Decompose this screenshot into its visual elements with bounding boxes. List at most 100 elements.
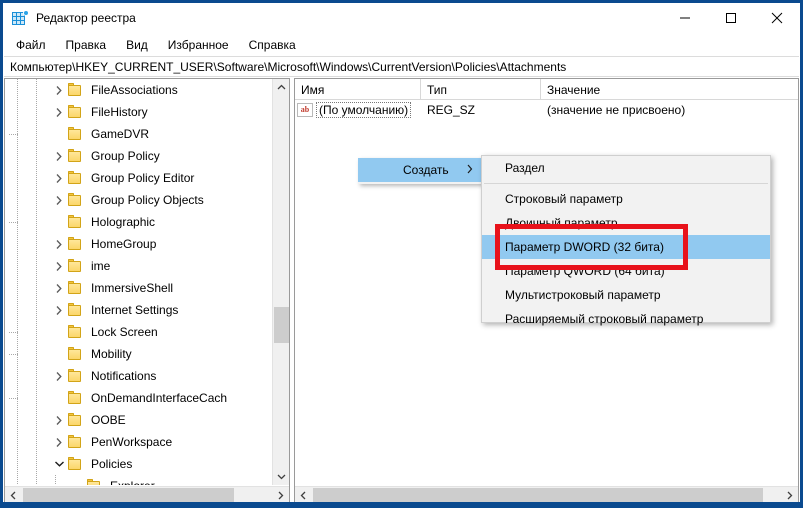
tree-guide-line [9, 134, 18, 135]
folder-icon [67, 369, 83, 383]
column-header-value[interactable]: Значение [541, 79, 798, 100]
menu-bar: Файл Правка Вид Избранное Справка [3, 34, 800, 55]
tree-item-internet-settings[interactable]: Internet Settings [5, 299, 273, 321]
tree-item-group-policy-editor[interactable]: Group Policy Editor [5, 167, 273, 189]
tree-guide-line [36, 101, 37, 123]
tree-item-gamedvr[interactable]: GameDVR [5, 123, 273, 145]
tree-hscroll-thumb[interactable] [23, 488, 234, 503]
tree-item-penworkspace[interactable]: PenWorkspace [5, 431, 273, 453]
submenu-item-6[interactable]: Расширяемый строковый параметр [482, 307, 770, 331]
folder-icon [67, 127, 83, 141]
submenu-item-4[interactable]: Параметр QWORD (64 бита) [482, 259, 770, 283]
tree-item-group-policy[interactable]: Group Policy [5, 145, 273, 167]
folder-icon [86, 479, 102, 485]
tree-item-label: Group Policy Objects [91, 193, 204, 207]
tree-scroll-thumb[interactable] [274, 307, 289, 343]
context-menu-item-new[interactable]: Создать [358, 158, 483, 182]
values-column-header: Имя Тип Значение [295, 79, 798, 100]
window-title: Редактор реестра [36, 11, 136, 25]
chevron-right-icon[interactable] [51, 167, 67, 189]
chevron-right-icon[interactable] [51, 409, 67, 431]
submenu-item-1[interactable]: Строковый параметр [482, 187, 770, 211]
tree-item-ime[interactable]: ime [5, 255, 273, 277]
context-menu-new-submenu: Раздел Строковый параметр Двоичный парамет… [481, 155, 771, 326]
submenu-item-0[interactable]: Раздел [482, 156, 770, 180]
value-data-cell: (значение не присвоено) [547, 103, 686, 117]
window-client-area: Редактор реестра Файл Правка Вид Избранн… [3, 3, 800, 505]
tree-guide-line [36, 387, 37, 409]
folder-icon [67, 215, 83, 229]
tree-item-label: PenWorkspace [91, 435, 173, 449]
column-header-name[interactable]: Имя [295, 79, 421, 100]
tree-item-homegroup[interactable]: HomeGroup [5, 233, 273, 255]
tree-guide-line [17, 167, 18, 189]
window-bottom-accent [3, 502, 800, 505]
table-row[interactable]: ab (По умолчанию) REG_SZ (значение не пр… [295, 100, 798, 120]
submenu-item-3[interactable]: Параметр DWORD (32 бита) [482, 235, 770, 259]
minimize-button[interactable] [662, 3, 708, 33]
window-controls [662, 3, 800, 33]
tree-item-fileassociations[interactable]: FileAssociations [5, 79, 273, 101]
tree-scroll-down-button[interactable] [273, 468, 289, 485]
folder-icon [67, 105, 83, 119]
chevron-right-icon[interactable] [51, 79, 67, 101]
tree-leaf-marker [9, 321, 67, 343]
tree-item-mobility[interactable]: Mobility [5, 343, 273, 365]
chevron-right-icon[interactable] [51, 189, 67, 211]
list-hscroll-thumb[interactable] [313, 488, 763, 503]
tree-item-filehistory[interactable]: FileHistory [5, 101, 273, 123]
registry-editor-window: Редактор реестра Файл Правка Вид Избранн… [0, 0, 803, 508]
chevron-right-icon[interactable] [51, 365, 67, 387]
address-bar[interactable]: Компьютер\HKEY_CURRENT_USER\Software\Mic… [4, 56, 799, 77]
menu-view[interactable]: Вид [116, 36, 158, 54]
tree-guide-line [36, 189, 37, 211]
chevron-right-icon[interactable] [51, 145, 67, 167]
value-name-cell: ab (По умолчанию) [295, 100, 421, 120]
menu-favorites[interactable]: Избранное [158, 36, 239, 54]
tree-item-label: ImmersiveShell [91, 281, 174, 295]
tree-item-lock-screen[interactable]: Lock Screen [5, 321, 273, 343]
chevron-down-icon[interactable] [51, 453, 67, 475]
tree-item-label: FileAssociations [91, 83, 178, 97]
tree-item-ondemandinterfacecach[interactable]: OnDemandInterfaceCach [5, 387, 273, 409]
chevron-right-icon[interactable] [51, 431, 67, 453]
tree-guide-line [17, 233, 18, 255]
tree-item-policies[interactable]: Policies [5, 453, 273, 475]
tree-scroll-up-button[interactable] [273, 79, 289, 96]
chevron-right-icon[interactable] [51, 101, 67, 123]
tree-item-notifications[interactable]: Notifications [5, 365, 273, 387]
column-header-type[interactable]: Тип [421, 79, 541, 100]
tree-item-label: ime [91, 259, 111, 273]
submenu-item-5[interactable]: Мультистроковый параметр [482, 283, 770, 307]
tree-item-explorer[interactable]: Explorer [5, 475, 273, 485]
tree-item-label: Group Policy Editor [91, 171, 195, 185]
tree-leaf-marker [9, 123, 67, 145]
tree-item-group-policy-objects[interactable]: Group Policy Objects [5, 189, 273, 211]
tree-guide-line [17, 475, 18, 485]
chevron-right-icon[interactable] [51, 255, 67, 277]
chevron-right-icon[interactable] [51, 299, 67, 321]
registry-editor-icon [12, 10, 29, 26]
registry-tree[interactable]: FileAssociations FileHistory GameDVR Group … [5, 79, 273, 485]
tree-item-label: Policies [91, 457, 133, 471]
string-value-icon: ab [297, 103, 313, 117]
tree-item-label: Group Policy [91, 149, 160, 163]
tree-guide-line [17, 101, 18, 123]
tree-item-label: HomeGroup [91, 237, 157, 251]
chevron-right-icon[interactable] [51, 277, 67, 299]
tree-item-immersiveshell[interactable]: ImmersiveShell [5, 277, 273, 299]
tree-guide-line [9, 354, 18, 355]
tree-guide-line [17, 277, 18, 299]
tree-item-label: Mobility [91, 347, 132, 361]
close-button[interactable] [754, 3, 800, 33]
chevron-right-icon[interactable] [51, 233, 67, 255]
submenu-item-2[interactable]: Двоичный параметр [482, 211, 770, 235]
menu-file[interactable]: Файл [6, 36, 56, 54]
tree-guide-line [36, 453, 37, 475]
menu-edit[interactable]: Правка [56, 36, 117, 54]
maximize-button[interactable] [708, 3, 754, 33]
tree-vertical-scrollbar[interactable] [272, 79, 289, 485]
menu-help[interactable]: Справка [239, 36, 306, 54]
tree-item-oobe[interactable]: OOBE [5, 409, 273, 431]
tree-item-holographic[interactable]: Holographic [5, 211, 273, 233]
